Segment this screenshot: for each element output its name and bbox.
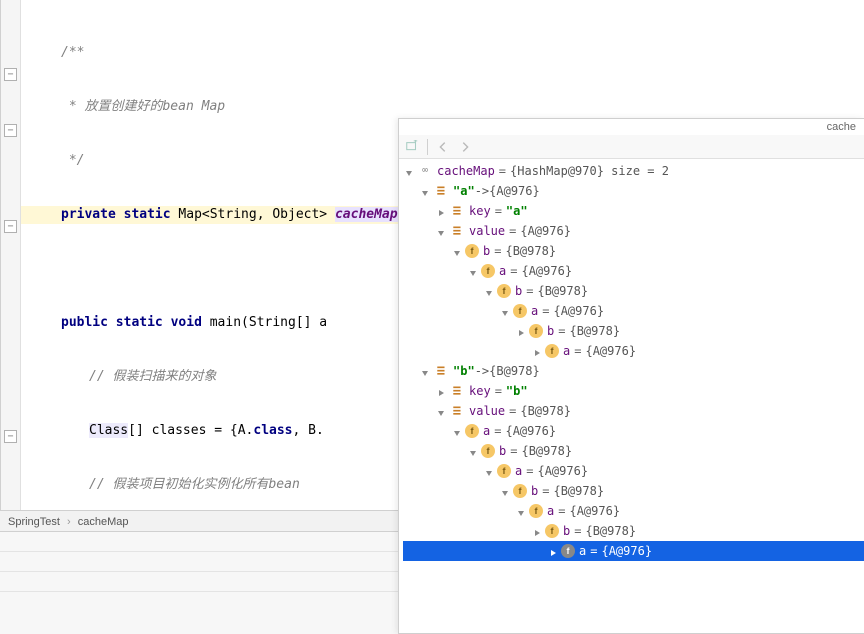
fold-marker[interactable]: − bbox=[4, 430, 17, 443]
fold-marker[interactable]: − bbox=[4, 124, 17, 137]
map-entry-icon: ≡ bbox=[449, 203, 465, 219]
tree-node[interactable]: fb = {B@978} bbox=[403, 521, 864, 541]
tree-node[interactable]: fa = {A@976} bbox=[403, 461, 864, 481]
map-entry-icon: ≡ bbox=[449, 223, 465, 239]
tree-node[interactable]: ≡key = "a" bbox=[403, 201, 864, 221]
fold-marker[interactable]: − bbox=[4, 68, 17, 81]
tree-node[interactable]: fa = {A@976} bbox=[403, 301, 864, 321]
field-icon: f bbox=[497, 464, 511, 478]
tree-node[interactable]: fa = {A@976} bbox=[403, 261, 864, 281]
tree-node[interactable]: fa = {A@976} bbox=[403, 501, 864, 521]
map-entry-icon: ≡ bbox=[433, 183, 449, 199]
tree-node[interactable]: fb = {B@978} bbox=[403, 281, 864, 301]
tree-node[interactable]: fb = {B@978} bbox=[403, 321, 864, 341]
tree-node[interactable]: fa = {A@976} bbox=[403, 341, 864, 361]
fold-marker[interactable]: − bbox=[4, 220, 17, 233]
field-icon: f bbox=[481, 264, 495, 278]
map-entry-icon: ≡ bbox=[449, 403, 465, 419]
new-watch-icon[interactable] bbox=[405, 140, 419, 154]
crumb-class[interactable]: SpringTest bbox=[8, 516, 60, 528]
debug-toolbar bbox=[399, 135, 864, 159]
debug-variables-panel[interactable]: cache ∞ cacheMap = {HashMap@970} size = … bbox=[398, 118, 864, 634]
forward-icon[interactable] bbox=[458, 140, 472, 154]
field-icon: f bbox=[481, 444, 495, 458]
field-icon: f bbox=[513, 484, 527, 498]
tree-node[interactable]: fb = {B@978} bbox=[403, 481, 864, 501]
tree-entry-a[interactable]: ≡ "a" -> {A@976} bbox=[403, 181, 864, 201]
field-icon: f bbox=[513, 304, 527, 318]
field-icon: f bbox=[529, 504, 543, 518]
field-icon: f bbox=[529, 324, 543, 338]
field-icon: f bbox=[465, 244, 479, 258]
field-icon: f bbox=[497, 284, 511, 298]
tree-node[interactable]: fb = {B@978} bbox=[403, 241, 864, 261]
crumb-field[interactable]: cacheMap bbox=[78, 516, 129, 528]
tree-node[interactable]: ≡key = "b" bbox=[403, 381, 864, 401]
field-icon: f bbox=[545, 524, 559, 538]
gutter: − − − − bbox=[1, 0, 21, 510]
field-icon: f bbox=[465, 424, 479, 438]
field-icon: f bbox=[545, 344, 559, 358]
tree-node-selected[interactable]: fa = {A@976} bbox=[403, 541, 864, 561]
map-entry-icon: ≡ bbox=[433, 363, 449, 379]
variable-tree[interactable]: ∞ cacheMap = {HashMap@970} size = 2 ≡ "a… bbox=[403, 161, 864, 633]
tree-node[interactable]: ≡value = {A@976} bbox=[403, 221, 864, 241]
tree-node[interactable]: ≡value = {B@978} bbox=[403, 401, 864, 421]
debug-panel-title: cache bbox=[827, 119, 856, 135]
code-content: /** * 放置创建好的bean Map */ private static M… bbox=[21, 8, 398, 510]
tree-entry-b[interactable]: ≡ "b" -> {B@978} bbox=[403, 361, 864, 381]
tree-node[interactable]: fa = {A@976} bbox=[403, 421, 864, 441]
code-editor[interactable]: − − − − /** * 放置创建好的bean Map */ private … bbox=[0, 0, 398, 510]
map-entry-icon: ≡ bbox=[449, 383, 465, 399]
tree-root[interactable]: ∞ cacheMap = {HashMap@970} size = 2 bbox=[403, 161, 864, 181]
crumb-separator: › bbox=[67, 511, 71, 533]
field-icon: f bbox=[561, 544, 575, 558]
tree-node[interactable]: fb = {B@978} bbox=[403, 441, 864, 461]
back-icon[interactable] bbox=[436, 140, 450, 154]
watch-icon: ∞ bbox=[417, 163, 433, 179]
